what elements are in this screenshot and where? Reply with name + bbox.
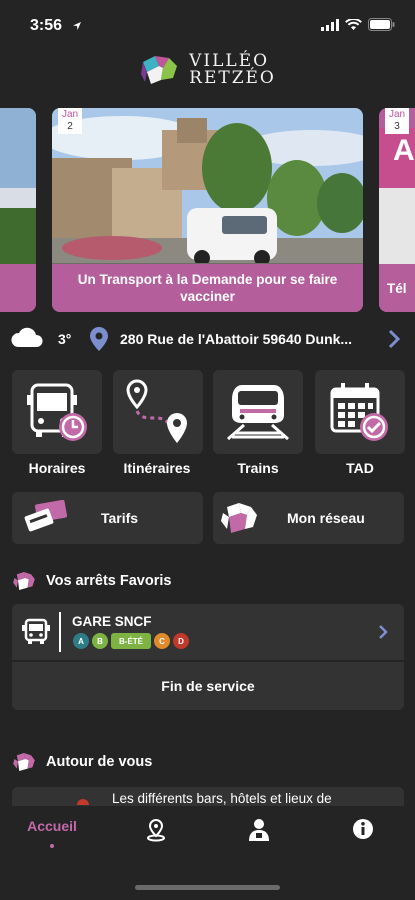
line-badge-b-ete[interactable]: B-ÉTÉ [111, 633, 151, 649]
tile-itineraires-label: Itinéraires [123, 460, 191, 476]
chevron-right-icon[interactable] [378, 624, 388, 640]
news-card-next-month: Jan [388, 109, 406, 120]
news-card-next-banner-letter: A [393, 134, 415, 167]
news-card-main[interactable]: Jan 2 Un Transport à la Demande pour se … [52, 108, 363, 312]
news-card-previous[interactable] [0, 108, 36, 312]
status-time: 3:56 [30, 17, 63, 34]
favorites-title-text: Vos arrêts Favoris [46, 573, 172, 589]
line-badge-c[interactable]: C [154, 633, 170, 649]
line-badge-b[interactable]: B [92, 633, 108, 649]
news-card-main-day: 2 [67, 121, 73, 132]
tab-accueil[interactable]: Accueil [12, 818, 92, 848]
around-preview-text: Les différents bars, hôtels et lieux de [112, 791, 332, 806]
news-card-next[interactable]: A Jan 3 Tél [379, 108, 415, 312]
tickets-icon [24, 500, 68, 532]
status-bar: 3:56 [0, 0, 415, 52]
tile-tad[interactable] [315, 370, 405, 454]
bus-clock-icon [27, 383, 87, 441]
tile-itineraires[interactable] [113, 370, 203, 454]
wifi-icon [345, 18, 362, 30]
route-icon [126, 379, 187, 443]
tab-active-indicator [50, 844, 54, 848]
info-icon [353, 819, 373, 839]
mon-reseau-button[interactable]: Mon réseau [213, 492, 404, 544]
chevron-right-icon[interactable] [388, 329, 400, 349]
line-badge-a[interactable]: A [73, 633, 89, 649]
news-card-main-date: Jan 2 [58, 108, 82, 134]
tab-map[interactable] [116, 818, 196, 847]
map-pin-icon [147, 818, 165, 842]
tarifs-label: Tarifs [101, 510, 139, 526]
tile-horaires[interactable] [12, 370, 102, 454]
tile-trains[interactable] [213, 370, 303, 454]
service-status: Fin de service [161, 678, 255, 694]
around-thumbnail-icon [77, 799, 89, 805]
cloud-icon [11, 327, 43, 347]
news-card-next-date: Jan 3 [385, 108, 409, 134]
tab-accueil-label: Accueil [27, 818, 77, 834]
location-arrow-icon [73, 22, 81, 30]
news-card-next-day: 3 [394, 121, 400, 132]
tarifs-button[interactable]: Tarifs [12, 492, 203, 544]
brand-wordmark: VILLÉO RETZÉO [189, 53, 276, 87]
news-card-next-image [379, 188, 415, 268]
tile-horaires-label: Horaires [28, 460, 86, 476]
tab-info[interactable] [323, 818, 403, 845]
calendar-check-icon [330, 383, 388, 441]
battery-icon [368, 18, 395, 31]
line-badge-d[interactable]: D [173, 633, 189, 649]
news-card-next-banner: A [379, 128, 415, 188]
network-logo-icon [13, 572, 35, 590]
news-card-previous-caption [0, 264, 36, 312]
favorite-divider [12, 660, 404, 662]
bus-icon [22, 618, 50, 644]
news-carousel[interactable]: Jan 2 Un Transport à la Demande pour se … [0, 108, 415, 314]
tile-trains-label: Trains [237, 460, 279, 476]
network-logo-icon [13, 753, 35, 771]
weather-location-bar[interactable]: 3° 280 Rue de l'Abattoir 59640 Dunk... [0, 322, 415, 356]
tile-tad-label: TAD [346, 460, 374, 476]
news-card-main-caption: Un Transport à la Demande pour se faire … [52, 264, 363, 312]
train-icon [227, 385, 289, 441]
tab-account[interactable] [219, 818, 299, 847]
stop-separator [59, 612, 61, 652]
temperature: 3° [58, 331, 72, 347]
home-indicator [135, 885, 280, 890]
location-pin-icon [90, 327, 108, 351]
current-address: 280 Rue de l'Abattoir 59640 Dunk... [120, 331, 353, 347]
around-section-title: Autour de vous [12, 751, 152, 773]
around-title-text: Autour de vous [46, 754, 153, 770]
brand-logo-icon [141, 56, 178, 84]
signal-icon [321, 18, 339, 31]
stop-name: GARE SNCF [72, 614, 152, 629]
brand-logo: VILLÉO RETZÉO [0, 48, 415, 92]
user-badge-icon [249, 819, 269, 841]
favorites-section-title: Vos arrêts Favoris [12, 570, 171, 592]
network-logo-icon [221, 503, 257, 533]
news-card-main-month: Jan [61, 109, 79, 120]
tab-bar: Accueil [0, 806, 415, 900]
brand-line-2: RETZÉO [189, 68, 276, 88]
news-card-next-caption: Tél [379, 264, 415, 312]
mon-reseau-label: Mon réseau [287, 510, 365, 526]
stop-lines: A B B-ÉTÉ C D [73, 633, 189, 649]
favorite-stop-card[interactable]: GARE SNCF A B B-ÉTÉ C D Fin de service [12, 604, 404, 710]
